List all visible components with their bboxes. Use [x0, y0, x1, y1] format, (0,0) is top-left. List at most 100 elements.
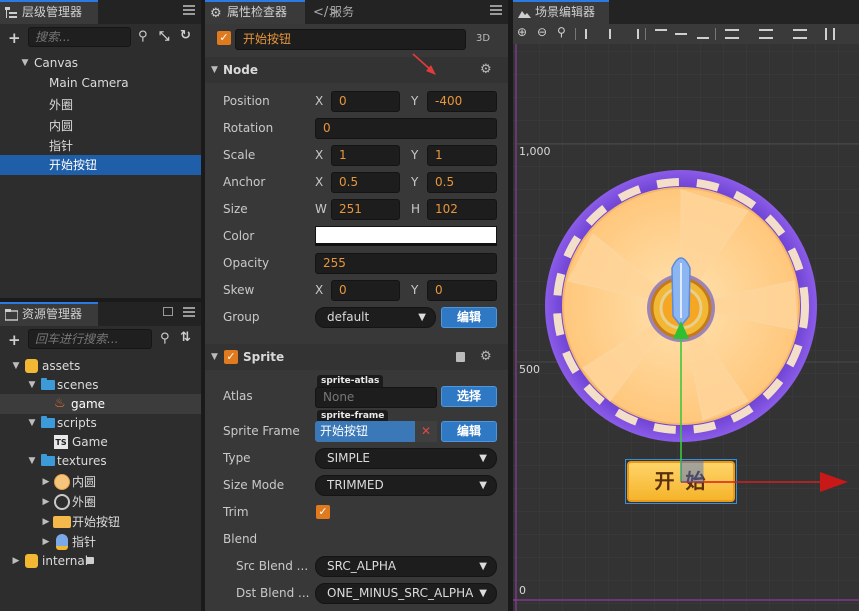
- zoom-out-icon[interactable]: ⊖: [537, 25, 547, 39]
- scene-viewport[interactable]: 1,000 500 0 开 始: [513, 44, 859, 611]
- asset-item-assets[interactable]: ▼ assets: [0, 356, 201, 376]
- align-middle-v-icon[interactable]: [675, 33, 687, 35]
- rotation-input[interactable]: 0: [315, 118, 497, 139]
- size-mode-select[interactable]: TRIMMED ▼: [315, 475, 497, 496]
- add-icon[interactable]: +: [8, 29, 21, 47]
- asset-item-outer-ring[interactable]: ▶ 外圈: [0, 492, 201, 512]
- skew-y-input[interactable]: 0: [427, 280, 497, 301]
- tab-inspector[interactable]: ⚙ 属性检查器: [205, 0, 305, 24]
- sprite-section-header[interactable]: ▼ ✓ Sprite ⚙: [205, 344, 508, 370]
- size-width-input[interactable]: 251: [331, 199, 400, 220]
- size-height-input[interactable]: 102: [427, 199, 497, 220]
- color-swatch[interactable]: [315, 226, 497, 246]
- distribute-left-icon[interactable]: [825, 28, 835, 40]
- align-bottom-icon[interactable]: [697, 29, 709, 39]
- trim-checkbox[interactable]: ✓: [316, 505, 330, 519]
- align-left-icon[interactable]: [585, 29, 597, 39]
- search-icon[interactable]: ⚲: [160, 331, 170, 346]
- anchor-x-input[interactable]: 0.5: [331, 172, 400, 193]
- asset-item-inner-circle[interactable]: ▶ 内圆: [0, 472, 201, 492]
- add-icon[interactable]: +: [8, 331, 21, 349]
- settings-gear-icon[interactable]: ⚙: [480, 349, 492, 364]
- book-icon[interactable]: [456, 352, 465, 362]
- position-y-input[interactable]: -400: [427, 91, 497, 112]
- maximize-icon[interactable]: [163, 307, 173, 316]
- sort-icon[interactable]: ⇅: [180, 330, 191, 345]
- panel-menu-icon[interactable]: [183, 5, 195, 15]
- size-label: Size: [223, 202, 248, 216]
- caret-right-icon[interactable]: ▶: [41, 532, 51, 552]
- sprite-frame-input[interactable]: 开始按钮: [315, 421, 415, 442]
- group-edit-button[interactable]: 编辑: [441, 307, 497, 328]
- anchor-y-input[interactable]: 0.5: [427, 172, 497, 193]
- asset-item-start-button[interactable]: ▶ 开始按钮: [0, 512, 201, 532]
- align-top-icon[interactable]: [655, 29, 667, 39]
- mode-3d-toggle[interactable]: 3D: [476, 33, 490, 44]
- caret-down-icon[interactable]: ▼: [27, 375, 37, 395]
- panel-menu-icon[interactable]: [490, 5, 502, 15]
- node-name-input[interactable]: 开始按钮: [235, 29, 466, 50]
- caret-down-icon[interactable]: ▼: [211, 65, 218, 75]
- folder-icon: [41, 416, 55, 428]
- tab-hierarchy[interactable]: 层级管理器: [0, 0, 98, 24]
- group-select[interactable]: default ▼: [315, 307, 436, 328]
- tree-node-pointer[interactable]: 指针: [0, 136, 201, 156]
- distribute-top-icon[interactable]: [725, 29, 739, 39]
- tree-node-inner-circle[interactable]: 内圆: [0, 116, 201, 136]
- atlas-input[interactable]: None: [315, 387, 437, 408]
- node-section-header[interactable]: ▼ Node ⚙: [205, 57, 508, 83]
- caret-down-icon[interactable]: ▼: [11, 356, 21, 376]
- caret-down-icon[interactable]: ▼: [27, 451, 37, 471]
- asset-label: scenes: [57, 378, 99, 392]
- atlas-select-button[interactable]: 选择: [441, 386, 497, 407]
- scale-y-input[interactable]: 1: [427, 145, 497, 166]
- move-gizmo[interactable]: [668, 319, 859, 499]
- distribute-middle-icon[interactable]: [759, 29, 773, 39]
- sprite-enabled-checkbox[interactable]: ✓: [224, 350, 238, 364]
- zoom-reset-icon[interactable]: ⚲: [557, 25, 566, 39]
- align-center-h-icon[interactable]: [609, 29, 611, 39]
- tree-node-main-camera[interactable]: Main Camera: [0, 73, 201, 93]
- tab-services[interactable]: </> 服务: [308, 0, 378, 24]
- caret-right-icon[interactable]: ▶: [41, 492, 51, 512]
- dst-blend-select[interactable]: ONE_MINUS_SRC_ALPHA ▼: [315, 583, 497, 604]
- collapse-icon[interactable]: ⤡: [159, 29, 169, 44]
- tree-node-outer-ring[interactable]: 外圈: [0, 95, 201, 115]
- caret-right-icon[interactable]: ▶: [41, 472, 51, 492]
- type-select[interactable]: SIMPLE ▼: [315, 448, 497, 469]
- asset-item-pointer[interactable]: ▶ 指针: [0, 532, 201, 552]
- node-section-title: Node: [223, 63, 259, 77]
- opacity-input[interactable]: 255: [315, 253, 497, 274]
- clear-icon[interactable]: ✕: [415, 421, 437, 442]
- skew-x-input[interactable]: 0: [331, 280, 400, 301]
- assets-search-input[interactable]: 回车进行搜索...: [28, 329, 152, 349]
- refresh-icon[interactable]: ↻: [180, 28, 191, 43]
- tab-scene-editor[interactable]: 场景编辑器: [513, 0, 609, 24]
- align-right-icon[interactable]: [627, 29, 639, 39]
- tree-node-start-button[interactable]: 开始按钮: [0, 155, 201, 175]
- node-active-checkbox[interactable]: ✓: [217, 31, 231, 45]
- asset-item-internal[interactable]: ▶ internal: [0, 551, 201, 571]
- tab-assets[interactable]: 资源管理器: [0, 302, 98, 326]
- caret-down-icon[interactable]: ▼: [27, 413, 37, 433]
- caret-down-icon[interactable]: ▼: [211, 352, 218, 362]
- asset-item-textures[interactable]: ▼ textures: [0, 451, 201, 471]
- zoom-in-icon[interactable]: ⊕: [517, 25, 527, 39]
- distribute-bottom-icon[interactable]: [793, 29, 807, 39]
- sprite-frame-edit-button[interactable]: 编辑: [441, 421, 497, 442]
- tree-node-canvas[interactable]: ▼ Canvas: [0, 53, 201, 73]
- asset-item-scenes[interactable]: ▼ scenes: [0, 375, 201, 395]
- hierarchy-search-input[interactable]: 搜索...: [28, 27, 131, 47]
- search-icon[interactable]: ⚲: [138, 29, 148, 44]
- position-x-input[interactable]: 0: [331, 91, 400, 112]
- asset-item-game-script[interactable]: TS Game: [0, 432, 201, 452]
- caret-right-icon[interactable]: ▶: [11, 551, 21, 571]
- scale-x-input[interactable]: 1: [331, 145, 400, 166]
- panel-menu-icon[interactable]: [183, 307, 195, 317]
- asset-item-game-scene[interactable]: ♨ game: [0, 394, 201, 414]
- caret-down-icon[interactable]: ▼: [20, 53, 30, 73]
- settings-gear-icon[interactable]: ⚙: [480, 62, 492, 77]
- caret-right-icon[interactable]: ▶: [41, 512, 51, 532]
- asset-item-scripts[interactable]: ▼ scripts: [0, 413, 201, 433]
- src-blend-select[interactable]: SRC_ALPHA ▼: [315, 556, 497, 577]
